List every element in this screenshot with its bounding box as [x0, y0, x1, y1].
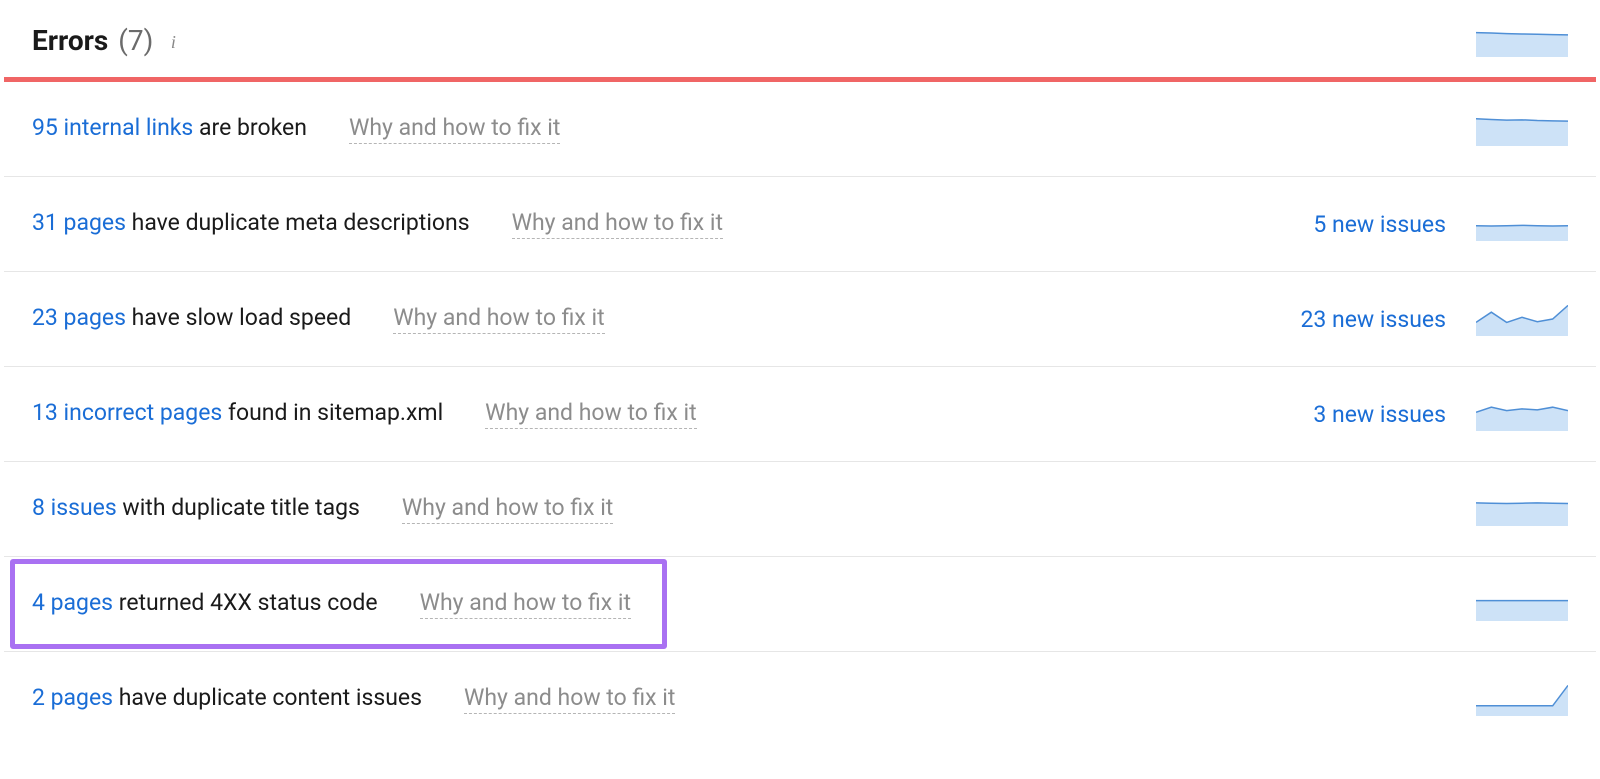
why-and-how-link[interactable]: Why and how to fix it	[402, 494, 613, 524]
issue-text: 95 internal links are broken	[32, 114, 307, 141]
row-main: 23 pages have slow load speed Why and how…	[32, 304, 1300, 334]
errors-count: (7)	[118, 24, 153, 57]
row-sparkline	[1476, 207, 1568, 241]
issue-description: are broken	[193, 114, 307, 141]
new-issues-link[interactable]: 3 new issues	[1313, 401, 1446, 428]
row-sparkline	[1476, 492, 1568, 526]
error-row: 8 issues with duplicate title tags Why an…	[4, 462, 1596, 557]
row-main: 4 pages returned 4XX status code Why and …	[32, 589, 1476, 619]
row-sparkline	[1476, 397, 1568, 431]
issue-text: 2 pages have duplicate content issues	[32, 684, 422, 711]
error-row: 31 pages have duplicate meta description…	[4, 177, 1596, 272]
issue-count-link[interactable]: 4 pages	[32, 589, 113, 616]
issue-count-link[interactable]: 8 issues	[32, 494, 117, 521]
row-sparkline	[1476, 682, 1568, 716]
row-right	[1476, 587, 1568, 621]
issue-text: 4 pages returned 4XX status code	[32, 589, 378, 616]
errors-list: 95 internal links are broken Why and how …	[4, 82, 1596, 746]
issue-count-link[interactable]: 23 pages	[32, 304, 126, 331]
row-main: 8 issues with duplicate title tags Why an…	[32, 494, 1476, 524]
row-right	[1476, 492, 1568, 526]
row-right: 3 new issues	[1313, 397, 1568, 431]
row-main: 95 internal links are broken Why and how …	[32, 114, 1476, 144]
why-and-how-link[interactable]: Why and how to fix it	[420, 589, 631, 619]
issue-description: have slow load speed	[126, 304, 351, 331]
issue-description: found in sitemap.xml	[222, 399, 443, 426]
issue-text: 8 issues with duplicate title tags	[32, 494, 360, 521]
issue-count-link[interactable]: 31 pages	[32, 209, 126, 236]
why-and-how-link[interactable]: Why and how to fix it	[512, 209, 723, 239]
error-row: 4 pages returned 4XX status code Why and …	[4, 557, 1596, 652]
why-and-how-link[interactable]: Why and how to fix it	[393, 304, 604, 334]
row-right	[1476, 112, 1568, 146]
errors-panel: Errors (7) i 95 internal links are broke…	[0, 0, 1600, 746]
issue-description: with duplicate title tags	[117, 494, 360, 521]
error-row: 13 incorrect pages found in sitemap.xml W…	[4, 367, 1596, 462]
issue-count-link[interactable]: 95 internal links	[32, 114, 193, 141]
issue-text: 31 pages have duplicate meta description…	[32, 209, 470, 236]
errors-header: Errors (7) i	[4, 0, 1596, 77]
error-row: 2 pages have duplicate content issues Why…	[4, 652, 1596, 746]
why-and-how-link[interactable]: Why and how to fix it	[485, 399, 696, 429]
why-and-how-link[interactable]: Why and how to fix it	[349, 114, 560, 144]
issue-description: have duplicate meta descriptions	[126, 209, 470, 236]
header-sparkline	[1476, 25, 1568, 57]
issue-count-link[interactable]: 2 pages	[32, 684, 113, 711]
error-row: 23 pages have slow load speed Why and how…	[4, 272, 1596, 367]
row-main: 31 pages have duplicate meta description…	[32, 209, 1313, 239]
new-issues-link[interactable]: 23 new issues	[1300, 306, 1446, 333]
why-and-how-link[interactable]: Why and how to fix it	[464, 684, 675, 714]
issue-text: 23 pages have slow load speed	[32, 304, 351, 331]
info-icon[interactable]: i	[163, 33, 183, 53]
row-sparkline	[1476, 302, 1568, 336]
row-right	[1476, 682, 1568, 716]
row-sparkline	[1476, 587, 1568, 621]
issue-description: returned 4XX status code	[113, 589, 378, 616]
error-row: 95 internal links are broken Why and how …	[4, 82, 1596, 177]
row-right: 23 new issues	[1300, 302, 1568, 336]
errors-title: Errors	[32, 24, 108, 57]
row-sparkline	[1476, 112, 1568, 146]
row-main: 2 pages have duplicate content issues Why…	[32, 684, 1476, 714]
issue-count-link[interactable]: 13 incorrect pages	[32, 399, 222, 426]
new-issues-link[interactable]: 5 new issues	[1313, 211, 1446, 238]
issue-text: 13 incorrect pages found in sitemap.xml	[32, 399, 443, 426]
row-main: 13 incorrect pages found in sitemap.xml W…	[32, 399, 1313, 429]
header-title-group: Errors (7) i	[32, 24, 183, 57]
issue-description: have duplicate content issues	[113, 684, 422, 711]
row-right: 5 new issues	[1313, 207, 1568, 241]
